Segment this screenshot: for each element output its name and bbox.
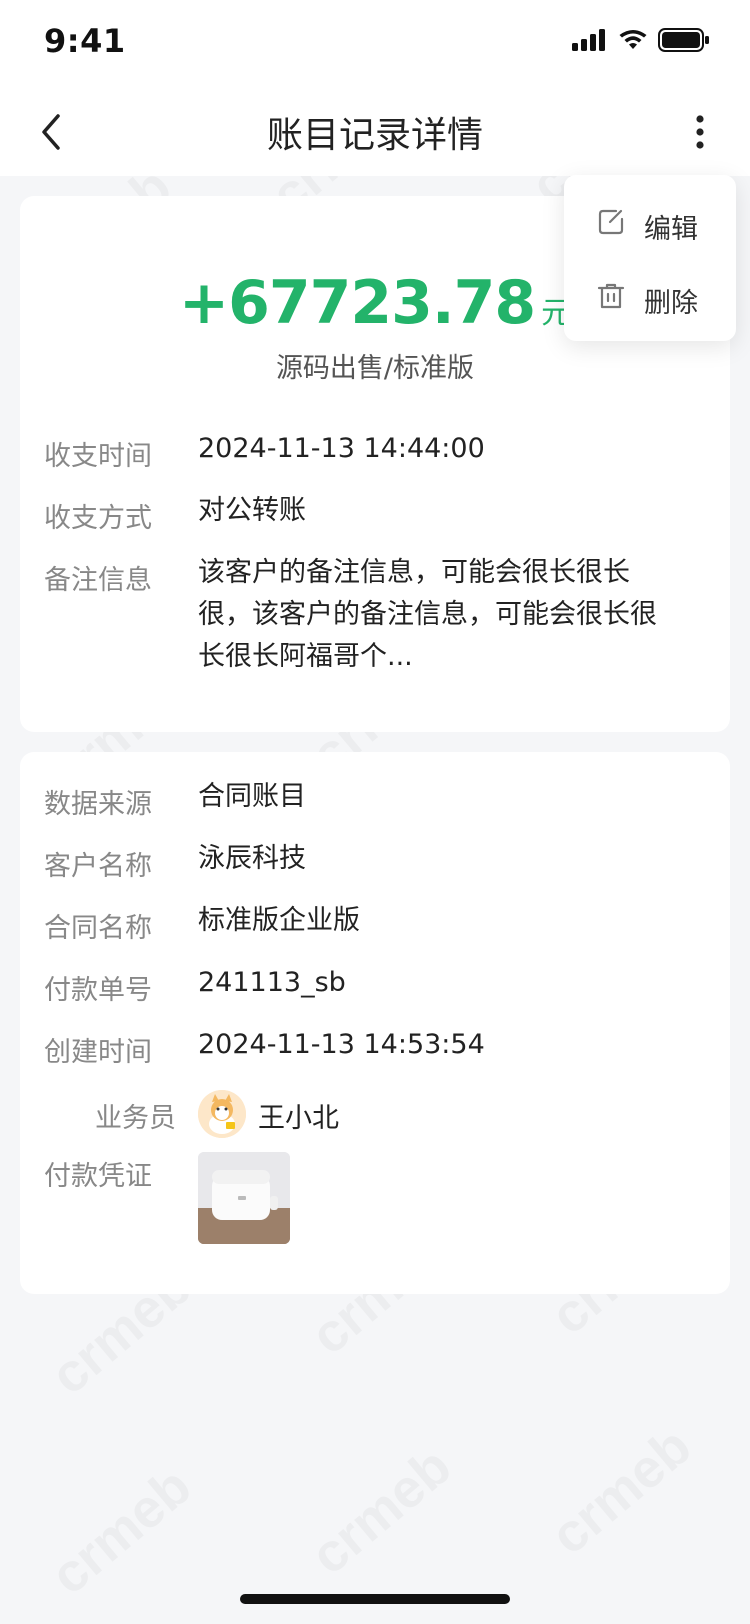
category-label: 源码出售/标准版 <box>275 353 475 384</box>
field-label: 业务员 <box>95 1103 176 1134</box>
field-value: 标准版企业版 <box>198 905 360 936</box>
menu-item-edit[interactable]: 编辑 <box>564 193 736 253</box>
field-label: 付款凭证 <box>44 1161 152 1192</box>
field-value: 合同账目 <box>198 781 306 812</box>
details-card: 数据来源 合同账目 客户名称 泳辰科技 合同名称 标准版企业版 付款单号 241… <box>20 752 730 1294</box>
remark-value: 该客户的备注信息，可能会很长很长很，该客户的备注信息，可能会很长很长很长阿福哥个… <box>198 557 657 672</box>
field-label: 合同名称 <box>44 913 152 944</box>
field-label: 付款单号 <box>44 975 152 1006</box>
menu-item-label: 删除 <box>644 288 698 319</box>
wifi-icon <box>619 30 647 49</box>
field-value: 2024-11-13 14:53:54 <box>198 1029 485 1060</box>
status-bar: 9:41 <box>0 0 750 88</box>
avatar <box>198 1090 246 1138</box>
status-time: 9:41 <box>44 22 126 60</box>
watermark-text: crmeb <box>539 1415 703 1567</box>
watermark-text: crmeb <box>299 1435 463 1587</box>
home-indicator <box>240 1594 510 1604</box>
menu-item-delete[interactable]: 删除 <box>564 267 736 327</box>
field-label: 客户名称 <box>44 851 152 882</box>
field-value: 对公转账 <box>198 495 306 526</box>
edit-icon <box>598 209 624 235</box>
signal-icon <box>572 29 605 51</box>
field-label: 收支方式 <box>44 503 152 534</box>
field-label: 收支时间 <box>44 441 152 472</box>
page-title: 账目记录详情 <box>266 115 483 156</box>
status-icons <box>572 28 710 52</box>
watermark-text: crmeb <box>39 1455 203 1607</box>
rice-cooker-photo <box>198 1152 290 1244</box>
more-icon[interactable] <box>680 108 720 156</box>
amount-value: +67723.78 <box>178 268 536 338</box>
action-menu: 编辑 删除 <box>564 175 736 341</box>
field-label: 数据来源 <box>44 789 152 820</box>
field-value: 2024-11-13 14:44:00 <box>198 433 485 464</box>
battery-icon <box>658 28 709 52</box>
voucher-thumbnail[interactable] <box>198 1152 290 1244</box>
field-label: 备注信息 <box>44 565 152 596</box>
field-value: 泳辰科技 <box>198 843 306 874</box>
salesperson-name: 王小北 <box>258 1103 339 1134</box>
nav-bar: 账目记录详情 <box>0 88 750 176</box>
field-value: 241113_sb <box>198 967 346 998</box>
trash-icon <box>597 283 625 309</box>
field-label: 创建时间 <box>44 1037 152 1068</box>
avatar-image <box>198 1090 246 1138</box>
menu-item-label: 编辑 <box>644 214 698 245</box>
